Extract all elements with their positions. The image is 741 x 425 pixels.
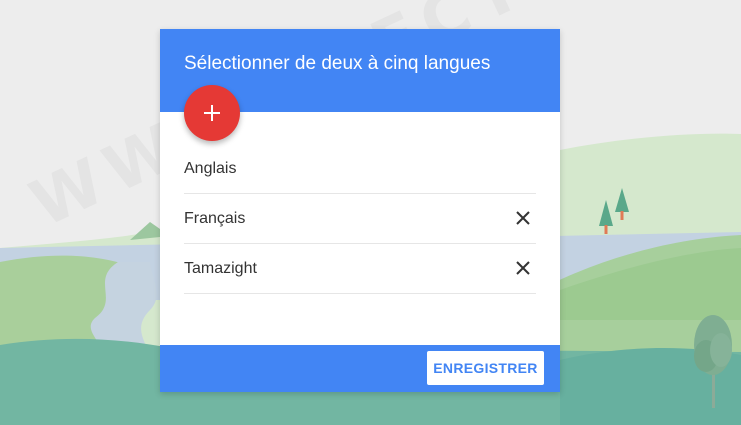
add-language-button[interactable] [184,85,240,141]
language-label: Français [184,210,246,227]
close-icon [516,211,530,225]
language-list: Anglais Français Tamazight [184,144,536,294]
language-item: Français [184,194,536,244]
dialog-footer: ENREGISTRER [160,345,560,392]
language-dialog: Sélectionner de deux à cinq langues Angl… [160,29,560,392]
language-item: Tamazight [184,244,536,294]
dialog-title: Sélectionner de deux à cinq langues [184,53,491,74]
remove-language-button[interactable] [514,259,532,277]
language-item: Anglais [184,144,536,194]
close-icon [516,261,530,275]
language-label: Tamazight [184,260,257,277]
remove-language-button[interactable] [514,209,532,227]
language-label: Anglais [184,160,237,177]
save-button[interactable]: ENREGISTRER [427,351,544,385]
plus-icon [204,105,220,121]
